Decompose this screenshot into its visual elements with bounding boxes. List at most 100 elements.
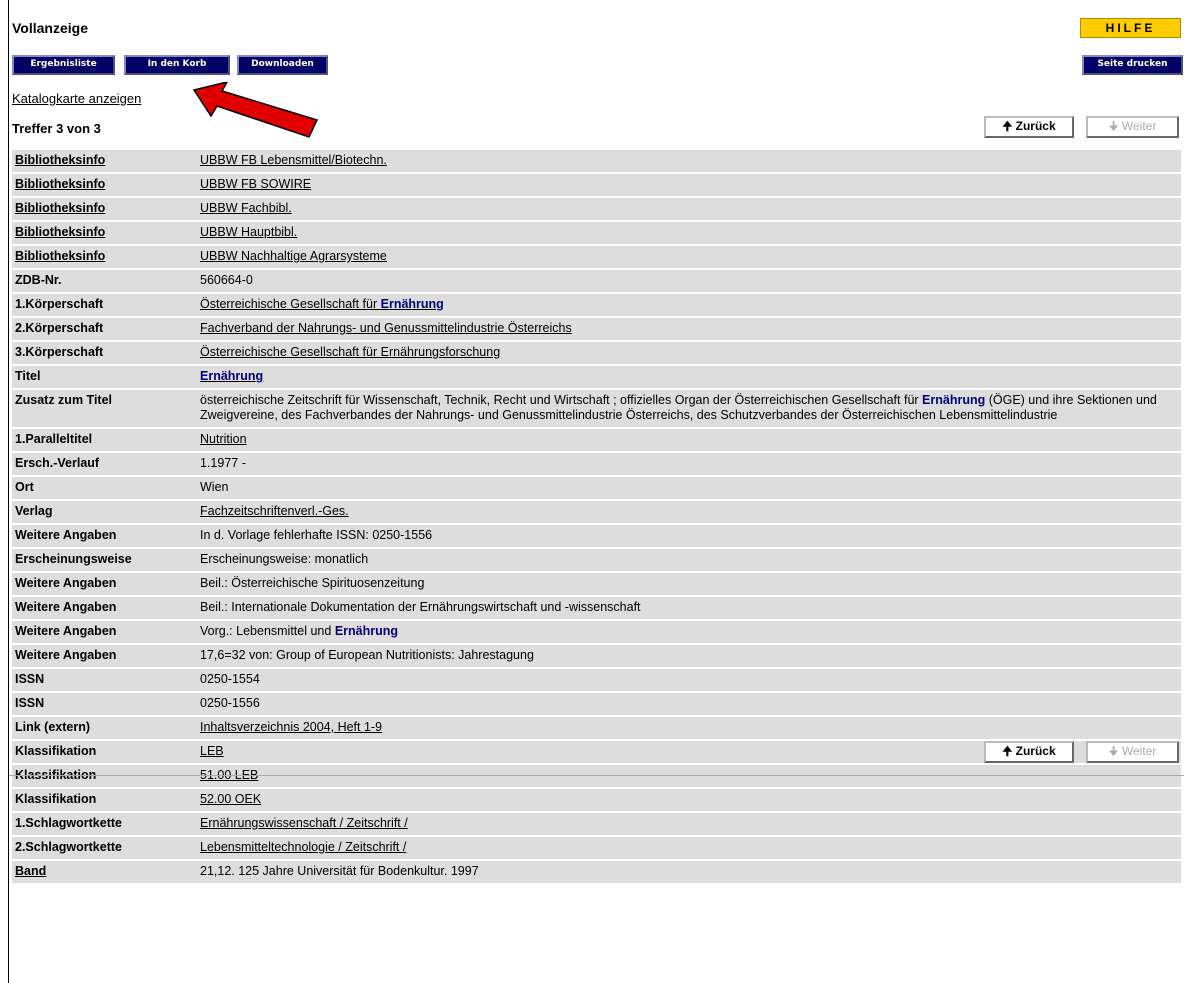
field-value: Beil.: Österreichische Spirituosenzeitun… (194, 573, 1181, 595)
field-label: Ersch.-Verlauf (15, 456, 100, 470)
field-value-text: UBBW FB SOWIRE (200, 177, 312, 191)
field-value-text: UBBW Fachbibl. (200, 201, 292, 215)
record-row: Klassifikation 52.00 OEK (12, 789, 1181, 811)
field-value-text: 17,6=32 von: Group of European Nutrition… (200, 648, 534, 662)
field-value[interactable]: Fachverband der Nahrungs- und Genussmitt… (194, 318, 1181, 340)
field-label: ISSN (15, 696, 45, 710)
field-label[interactable]: Band (12, 861, 194, 883)
field-value[interactable]: Ernährungswissenschaft / Zeitschrift / (194, 813, 1181, 835)
print-page-button[interactable]: Seite drucken (1082, 55, 1183, 75)
field-value-text: Österreichische Gesellschaft für (200, 297, 381, 311)
field-value: österreichische Zeitschrift für Wissensc… (194, 390, 1181, 427)
field-label: Weitere Angaben (15, 600, 117, 614)
record-row: 3.Körperschaft Österreichische Gesellscha… (12, 342, 1181, 364)
field-value[interactable]: Ernährung (194, 366, 1181, 388)
field-label[interactable]: Bibliotheksinfo (12, 174, 194, 196)
record-row: Zusatz zum Titel österreichische Zeitschr… (12, 390, 1181, 427)
page-title: Vollanzeige (12, 20, 88, 36)
back-button[interactable]: 🠉 Zurück (984, 116, 1074, 138)
field-label: Zusatz zum Titel (15, 393, 113, 407)
field-value[interactable]: UBBW FB Lebensmittel/Biotechn. (194, 150, 1181, 172)
download-button[interactable]: Downloaden (237, 55, 328, 75)
field-value-text: Vorg.: Lebensmittel und (200, 624, 335, 638)
field-value-text: Beil.: Österreichische Spirituosenzeitun… (200, 576, 425, 590)
field-value-text: 0250-1556 (200, 696, 260, 710)
field-value[interactable]: Österreichische Gesellschaft für Ernähru… (194, 342, 1181, 364)
field-value-text: 21,12. 125 Jahre Universität für Bodenku… (200, 864, 479, 878)
record-row: Band 21,12. 125 Jahre Universität für Bod… (12, 861, 1181, 883)
field-value[interactable]: Inhaltsverzeichnis 2004, Heft 1-9 (194, 717, 1181, 739)
field-value-text: Österreichische Gesellschaft für Ernähru… (200, 345, 501, 359)
field-value[interactable]: Lebensmitteltechnologie / Zeitschrift / (194, 837, 1181, 859)
back-button-bottom[interactable]: 🠉 Zurück (984, 741, 1074, 763)
field-value-text: In d. Vorlage fehlerhafte ISSN: 0250-155… (200, 528, 433, 542)
record-row: Verlag Fachzeitschriftenverl.-Ges. (12, 501, 1181, 523)
field-value-text: Erscheinungsweise: monatlich (200, 552, 369, 566)
field-value-text: Wien (200, 480, 229, 494)
field-label: 2.Schlagwortkette (15, 840, 122, 854)
record-row: Weitere Angaben 17,6=32 von: Group of Eur… (12, 645, 1181, 667)
record-row: Bibliotheksinfo UBBW Fachbibl. (12, 198, 1181, 220)
field-value-text: österreichische Zeitschrift für Wissensc… (200, 393, 923, 407)
record-row: Bibliotheksinfo UBBW FB SOWIRE (12, 174, 1181, 196)
field-value[interactable]: 52.00 OEK (194, 789, 1181, 811)
field-value: 1.1977 - (194, 453, 1181, 475)
left-border (8, 0, 9, 983)
field-label: 1.Paralleltitel (15, 432, 93, 446)
field-label: 1.Körperschaft (15, 297, 104, 311)
field-value-text: LEB (200, 744, 224, 758)
field-label[interactable]: Bibliotheksinfo (12, 198, 194, 220)
field-value-text: UBBW Hauptbibl. (200, 225, 298, 239)
field-value-text: Lebensmitteltechnologie / Zeitschrift / (200, 840, 407, 854)
highlighted-term: Ernährung (922, 393, 986, 407)
field-label[interactable]: Bibliotheksinfo (12, 222, 194, 244)
results-list-button[interactable]: Ergebnisliste (12, 55, 115, 75)
field-label: Ort (15, 480, 34, 494)
field-value: In d. Vorlage fehlerhafte ISSN: 0250-155… (194, 525, 1181, 547)
record-row: Bibliotheksinfo UBBW Hauptbibl. (12, 222, 1181, 244)
field-label[interactable]: Bibliotheksinfo (12, 150, 194, 172)
field-value[interactable]: UBBW Hauptbibl. (194, 222, 1181, 244)
add-to-basket-button[interactable]: In den Korb (124, 55, 230, 75)
field-label: Weitere Angaben (15, 624, 117, 638)
field-value[interactable]: Nutrition (194, 429, 1181, 451)
record-row: Weitere Angaben Beil.: Internationale Dok… (12, 597, 1181, 619)
field-value[interactable]: UBBW Nachhaltige Agrarsysteme (194, 246, 1181, 268)
field-value: 0250-1554 (194, 669, 1181, 691)
record-row: ZDB-Nr. 560664-0 (12, 270, 1181, 292)
annotation-arrow-icon (192, 82, 319, 138)
field-label: 3.Körperschaft (15, 345, 104, 359)
field-value-text: Nutrition (200, 432, 247, 446)
record-row: Erscheinungsweise Erscheinungsweise: mona… (12, 549, 1181, 571)
field-label[interactable]: Bibliotheksinfo (12, 246, 194, 268)
field-value-text: Beil.: Internationale Dokumentation der … (200, 600, 641, 614)
field-value[interactable]: 51.00 LEB (194, 765, 1181, 787)
field-value-text: 52.00 OEK (200, 792, 262, 806)
record-row: Titel Ernährung (12, 366, 1181, 388)
catalog-card-link[interactable]: Katalogkarte anzeigen (12, 91, 141, 106)
field-value[interactable]: Fachzeitschriftenverl.-Ges. (194, 501, 1181, 523)
record-row: ISSN 0250-1556 (12, 693, 1181, 715)
field-value[interactable]: UBBW FB SOWIRE (194, 174, 1181, 196)
record-row: Weitere Angaben Vorg.: Lebensmittel und E… (12, 621, 1181, 643)
field-label: Weitere Angaben (15, 576, 117, 590)
record-row: 2.Körperschaft Fachverband der Nahrungs- … (12, 318, 1181, 340)
field-label: 2.Körperschaft (15, 321, 104, 335)
help-button[interactable]: HILFE (1080, 18, 1181, 38)
record-row: 1.Paralleltitel Nutrition (12, 429, 1181, 451)
field-value-text: 560664-0 (200, 273, 253, 287)
record-row: 2.Schlagwortkette Lebensmitteltechnologie… (12, 837, 1181, 859)
field-label: 1.Schlagwortkette (15, 816, 122, 830)
field-value-text: Fachzeitschriftenverl.-Ges. (200, 504, 349, 518)
field-label: Titel (15, 369, 41, 383)
field-label: Verlag (15, 504, 53, 518)
field-value: 560664-0 (194, 270, 1181, 292)
highlighted-term: Ernährung (380, 297, 444, 311)
field-value[interactable]: UBBW Fachbibl. (194, 198, 1181, 220)
field-value: 17,6=32 von: Group of European Nutrition… (194, 645, 1181, 667)
field-value: Vorg.: Lebensmittel und Ernährung (194, 621, 1181, 643)
record-row: 1.Körperschaft Österreichische Gesellscha… (12, 294, 1181, 316)
field-value[interactable]: Österreichische Gesellschaft für Ernähru… (194, 294, 1181, 316)
record-row: Bibliotheksinfo UBBW FB Lebensmittel/Biot… (12, 150, 1181, 172)
record-row: Klassifikation 51.00 LEB (12, 765, 1181, 787)
